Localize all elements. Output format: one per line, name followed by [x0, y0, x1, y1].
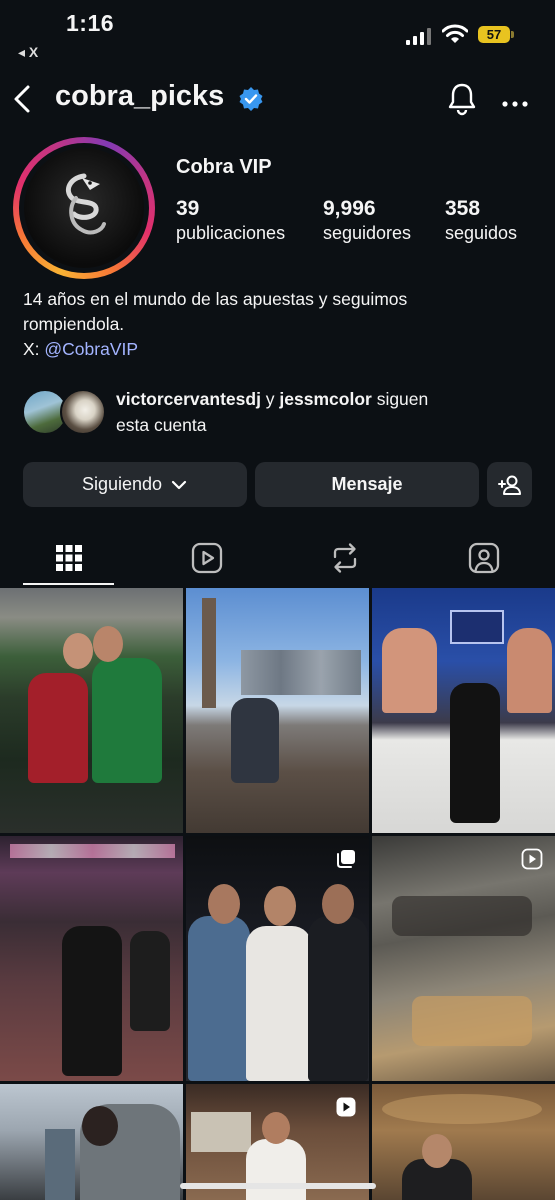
photo-head — [208, 884, 240, 924]
photo-head — [422, 1134, 452, 1168]
active-tab-indicator — [23, 583, 114, 585]
photo-head — [82, 1106, 118, 1146]
message-label: Mensaje — [331, 474, 403, 494]
photo-tower — [202, 598, 216, 708]
bio-line-2: rompiendola. — [23, 314, 125, 334]
battery-tip — [511, 31, 514, 38]
mutual-followers-text[interactable]: victorcervantesdj y jessmcolor siguen es… — [116, 386, 536, 438]
photo-figure — [92, 658, 162, 783]
photo-figure — [246, 1139, 306, 1200]
stat-followers[interactable]: 9,996 seguidores — [323, 197, 411, 244]
stat-posts-value: 39 — [176, 197, 200, 220]
verified-badge-icon — [238, 86, 264, 117]
photo-head — [93, 626, 123, 662]
bio-x-line: X: @CobraVIP — [23, 337, 543, 362]
photo-figure — [130, 931, 170, 1031]
photo-lamp — [382, 1094, 542, 1124]
mutual-user-2[interactable]: jessmcolor — [279, 389, 371, 409]
add-user-icon — [497, 475, 521, 495]
stat-followers-value: 9,996 — [323, 197, 376, 220]
bell-icon[interactable] — [446, 82, 478, 121]
more-icon[interactable] — [502, 95, 528, 113]
mutual-user-1[interactable]: victorcervantesdj — [116, 389, 261, 409]
following-button[interactable]: Siguiendo — [23, 462, 247, 507]
stat-following-label: seguidos — [445, 223, 518, 243]
photo-head — [322, 884, 354, 924]
reel-badge-icon — [336, 1097, 356, 1117]
photo-blur-detail — [392, 896, 532, 936]
grid-post-6[interactable] — [372, 836, 555, 1081]
tab-grid[interactable] — [11, 530, 126, 585]
bio-x-link[interactable]: @CobraVIP — [44, 339, 138, 359]
wifi-icon — [441, 24, 469, 49]
photo-figure — [231, 698, 279, 783]
photo-figure — [308, 916, 368, 1081]
grid-post-9[interactable] — [372, 1084, 555, 1200]
photo-figure — [62, 926, 122, 1076]
cobra-logo-icon — [66, 173, 106, 235]
cellular-signal-icon — [406, 28, 432, 45]
avatar[interactable] — [24, 148, 144, 268]
tab-reposts[interactable] — [287, 530, 402, 585]
mutual-avatar-2[interactable] — [60, 389, 106, 435]
grid-post-2[interactable] — [186, 588, 369, 833]
photo-figure — [188, 916, 250, 1081]
battery-icon: 57 — [478, 26, 510, 43]
photo-figure — [28, 673, 88, 783]
back-arrow-icon[interactable] — [10, 84, 34, 119]
stat-following[interactable]: 358 seguidos — [445, 197, 517, 244]
stat-followers-label: seguidores — [323, 223, 412, 243]
photo-head — [264, 886, 296, 926]
carousel-icon — [337, 850, 355, 868]
bio-line-1: 14 años en el mundo de las apuestas y se… — [23, 289, 408, 309]
grid-icon — [55, 544, 82, 571]
mutual-suffix-2: esta cuenta — [116, 415, 207, 435]
back-to-app-link[interactable]: ◂ X — [18, 44, 38, 61]
reels-icon — [191, 542, 222, 573]
add-user-button[interactable] — [487, 462, 532, 507]
reel-badge-icon — [521, 848, 543, 870]
photo-head — [262, 1112, 290, 1144]
photo-lights — [10, 844, 175, 858]
reposts-icon — [333, 542, 356, 573]
grid-post-1[interactable] — [0, 588, 183, 833]
bio: 14 años en el mundo de las apuestas y se… — [23, 287, 543, 362]
photo-figure — [450, 683, 500, 823]
photo-banner-text — [450, 610, 504, 644]
tab-tagged[interactable] — [426, 530, 541, 585]
photo-fighter — [507, 628, 552, 713]
grid-post-5[interactable] — [186, 836, 369, 1081]
grid-post-4[interactable] — [0, 836, 183, 1081]
grid-post-3[interactable] — [372, 588, 555, 833]
chevron-down-icon — [171, 480, 187, 489]
following-label: Siguiendo — [81, 474, 163, 494]
home-indicator[interactable] — [180, 1183, 376, 1189]
tagged-icon — [468, 542, 499, 573]
display-name: Cobra VIP — [176, 156, 272, 178]
stat-posts-label: publicaciones — [176, 223, 286, 243]
photo-skyline — [241, 650, 361, 695]
mutual-suffix-1: siguen — [371, 389, 429, 409]
mutual-conj: y — [260, 389, 280, 409]
grid-post-7[interactable] — [0, 1084, 183, 1200]
battery-level: 57 — [486, 27, 502, 42]
stat-following-value: 358 — [445, 197, 481, 220]
status-time: 1:16 — [66, 10, 115, 36]
profile-username: cobra_picks — [55, 80, 225, 112]
photo-blur-detail — [412, 996, 532, 1046]
photo-figure — [246, 926, 312, 1081]
photo-head — [63, 633, 93, 669]
photo-sign — [191, 1112, 251, 1152]
bio-x-prefix: X: — [23, 339, 45, 359]
message-button[interactable]: Mensaje — [255, 462, 479, 507]
stat-posts[interactable]: 39 publicaciones — [176, 197, 285, 244]
photo-building — [45, 1129, 75, 1200]
tab-reels[interactable] — [149, 530, 264, 585]
photo-fighter — [382, 628, 437, 713]
